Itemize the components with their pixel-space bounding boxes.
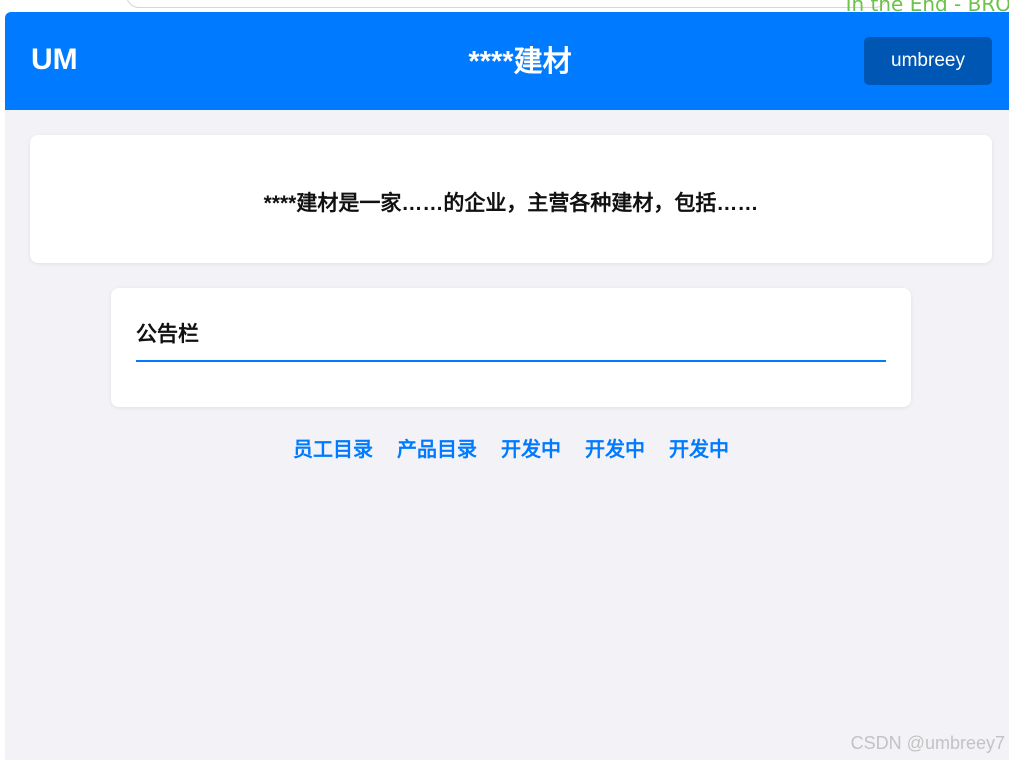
overlay-song-text: In the End - BRO	[845, 0, 1009, 12]
nav-link-staff-directory[interactable]: 员工目录	[293, 433, 373, 462]
page-title: ****建材	[468, 46, 572, 78]
bulletin-board-title: 公告栏	[136, 318, 886, 362]
nav-link-in-development-1[interactable]: 开发中	[501, 433, 561, 462]
intro-text: ****建材是一家……的企业，主营各种建材，包括……	[263, 192, 759, 215]
user-button[interactable]: umbreey	[864, 37, 992, 85]
browser-address-bar[interactable]	[126, 0, 888, 8]
nav-link-product-catalog[interactable]: 产品目录	[397, 433, 477, 462]
nav-link-in-development-2[interactable]: 开发中	[585, 433, 645, 462]
browser-top-strip: In the End - BRO	[0, 0, 1009, 12]
header-bar: UM ****建材 umbreey	[5, 12, 1009, 110]
watermark: CSDN @umbreey7	[850, 733, 1005, 753]
intro-card: ****建材是一家……的企业，主营各种建材，包括……	[30, 135, 992, 263]
bulletin-board: 公告栏	[111, 288, 911, 407]
nav-link-in-development-3[interactable]: 开发中	[669, 433, 729, 462]
app-window: UM ****建材 umbreey ****建材是一家……的企业，主营各种建材，…	[5, 12, 1009, 760]
nav-links: 员工目录 产品目录 开发中 开发中 开发中	[5, 433, 1009, 462]
